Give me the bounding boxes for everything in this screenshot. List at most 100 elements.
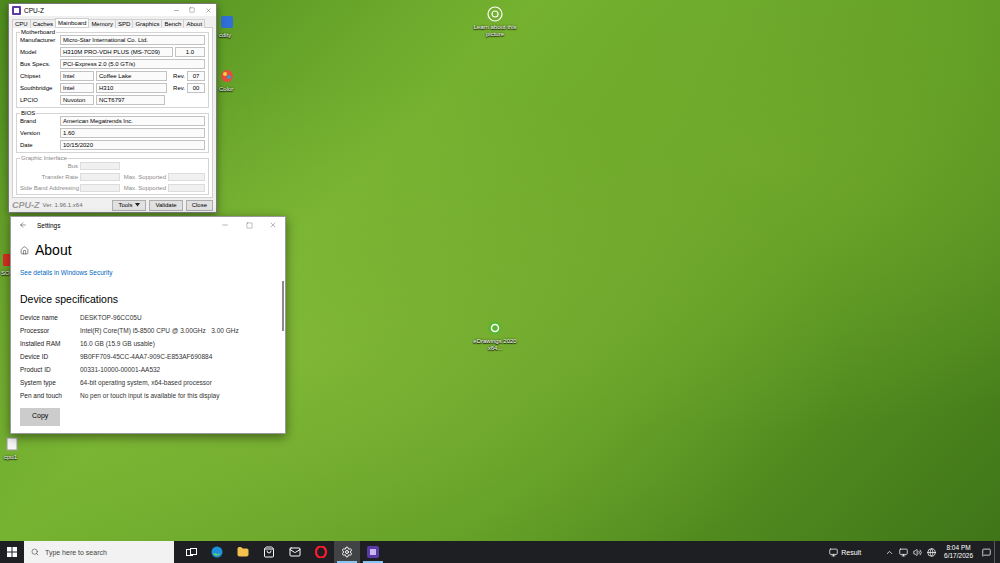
spec-label: System type [20, 379, 80, 386]
spec-value: Intel(R) Core(TM) i5-8500 CPU @ 3.00GHz … [80, 327, 273, 334]
taskbar-app[interactable] [282, 541, 308, 563]
taskbar-app[interactable] [308, 541, 334, 563]
taskbar-app[interactable] [230, 541, 256, 563]
field-value: 1.60 [60, 128, 205, 138]
field-row: Version1.60 [20, 128, 205, 138]
cpuz-icon [367, 546, 379, 558]
field-value: NCT6797 [96, 95, 165, 105]
tray-item[interactable] [911, 541, 923, 563]
footer-button[interactable]: Validate [149, 200, 182, 211]
tray-item[interactable] [925, 541, 937, 563]
field-value: Coffee Lake [96, 71, 167, 81]
desktop-icon-label: Learn about this picture [470, 24, 520, 38]
scrollbar[interactable] [282, 281, 284, 331]
desktop-icon-label: eDrawings 2020 x64... [472, 338, 518, 352]
taskbar-app[interactable] [204, 541, 230, 563]
spec-label: Pen and touch [20, 392, 80, 399]
settings-content: About See details in Windows Security Devi… [11, 233, 285, 433]
field-value: H310 [96, 83, 167, 93]
start-button[interactable] [0, 541, 24, 563]
window-title: CPU-Z [24, 7, 165, 14]
maximize-button[interactable] [237, 217, 261, 233]
field-label: Manufacturer [20, 37, 58, 43]
minimize-button[interactable] [168, 4, 184, 16]
tab[interactable]: SPD [115, 19, 133, 28]
rev-label: Rev. [169, 73, 185, 79]
footer-button[interactable]: Close [186, 200, 213, 211]
field-label: LPCIO [20, 97, 58, 103]
field-label: Bus [20, 163, 78, 169]
field-label: Date [20, 142, 58, 148]
field-value: H310M PRO-VDH PLUS (MS-7C09) [60, 47, 173, 57]
app-icon [220, 15, 234, 29]
spec-row: Installed RAM16.0 GB (15.9 GB usable) [20, 337, 273, 350]
clock[interactable]: 8:04 PM6/17/2026 [939, 544, 978, 560]
desktop-icon[interactable]: cpu1 [4, 436, 30, 461]
title-bar[interactable]: Settings [11, 217, 285, 233]
security-link[interactable]: See details in Windows Security [20, 268, 273, 277]
taskbar-app[interactable] [178, 541, 204, 563]
tray-overflow[interactable] [883, 541, 895, 563]
desktop-icon[interactable]: Color [219, 68, 249, 93]
close-icon [205, 7, 212, 14]
field-label: Max. Supported [122, 174, 166, 180]
field-row: Date10/15/2020 [20, 140, 205, 150]
field-value: Micro-Star International Co. Ltd. [60, 35, 205, 45]
field-value [168, 173, 205, 181]
taskbar-app[interactable] [360, 541, 386, 563]
field-label: Max. Supported [122, 185, 166, 191]
globe-icon [927, 548, 936, 557]
field-row: Bus [20, 161, 205, 170]
desktop-icon[interactable]: eDrawings 2020 x64... [472, 320, 518, 352]
taskbar-app[interactable] [334, 541, 360, 563]
page-heading: About [20, 241, 273, 259]
show-desktop[interactable] [994, 541, 1000, 563]
desktop-icon[interactable]: cdity [219, 14, 249, 39]
minimize-icon [173, 7, 180, 14]
result-item[interactable]: Result [829, 548, 861, 557]
edrawings-icon [487, 320, 503, 336]
field-label: Version [20, 130, 58, 136]
home-icon[interactable] [20, 246, 29, 255]
tab[interactable]: Memory [88, 19, 116, 28]
copy-button[interactable]: Copy [20, 408, 60, 426]
desktop-icon-label: cdity [219, 32, 231, 39]
tab[interactable]: CPU [12, 19, 31, 28]
footer-button[interactable]: Tools [112, 200, 146, 211]
search-box[interactable]: Type here to search [24, 541, 174, 563]
spec-row: Product ID00331-10000-00001-AA532 [20, 363, 273, 376]
group-legend: Motherboard [20, 29, 56, 35]
field-value: 1.0 [175, 47, 205, 57]
maximize-button[interactable] [184, 4, 200, 16]
mail-icon [289, 546, 301, 558]
close-button[interactable] [200, 4, 216, 16]
desktop-icon[interactable]: Learn about this picture [470, 6, 520, 38]
desktop: cdity Color Learn about this picture eDrawi… [0, 0, 1000, 541]
title-bar[interactable]: CPU-Z [9, 4, 216, 16]
cpuz-window[interactable]: CPU-Z CPUCachesMainboardMemorySPDGraphics… [8, 3, 217, 213]
settings-window[interactable]: Settings About See details in Windows Secu… [10, 216, 286, 434]
tab[interactable]: Mainboard [55, 18, 89, 27]
folder-icon [237, 546, 249, 558]
tab[interactable]: About [183, 19, 205, 28]
spec-label: Device ID [20, 353, 80, 360]
spec-row: ProcessorIntel(R) Core(TM) i5-8500 CPU @… [20, 324, 273, 337]
back-icon[interactable] [19, 221, 27, 229]
notification-button[interactable] [980, 541, 992, 563]
close-button[interactable] [261, 217, 285, 233]
taskbar-app[interactable] [256, 541, 282, 563]
screen: cdity Color Learn about this picture eDrawi… [0, 0, 1000, 563]
opera-icon [315, 546, 327, 558]
spec-row: Device ID9B0FF709-45CC-4AA7-909C-E853AF6… [20, 350, 273, 363]
bios-group: BIOSBrandAmerican Megatrends Inc.Version… [16, 110, 209, 153]
tray-item[interactable] [897, 541, 909, 563]
tab[interactable]: Caches [30, 19, 56, 28]
rev-label: Rev. [169, 85, 185, 91]
tab[interactable]: Bench [161, 19, 184, 28]
field-label: Transfer Rate [20, 174, 78, 180]
search-icon [31, 548, 39, 556]
minimize-button[interactable] [213, 217, 237, 233]
field-label: Side Band Addressing [20, 185, 78, 191]
spec-value: 16.0 GB (15.9 GB usable) [80, 340, 273, 347]
tab[interactable]: Graphics [132, 19, 162, 28]
